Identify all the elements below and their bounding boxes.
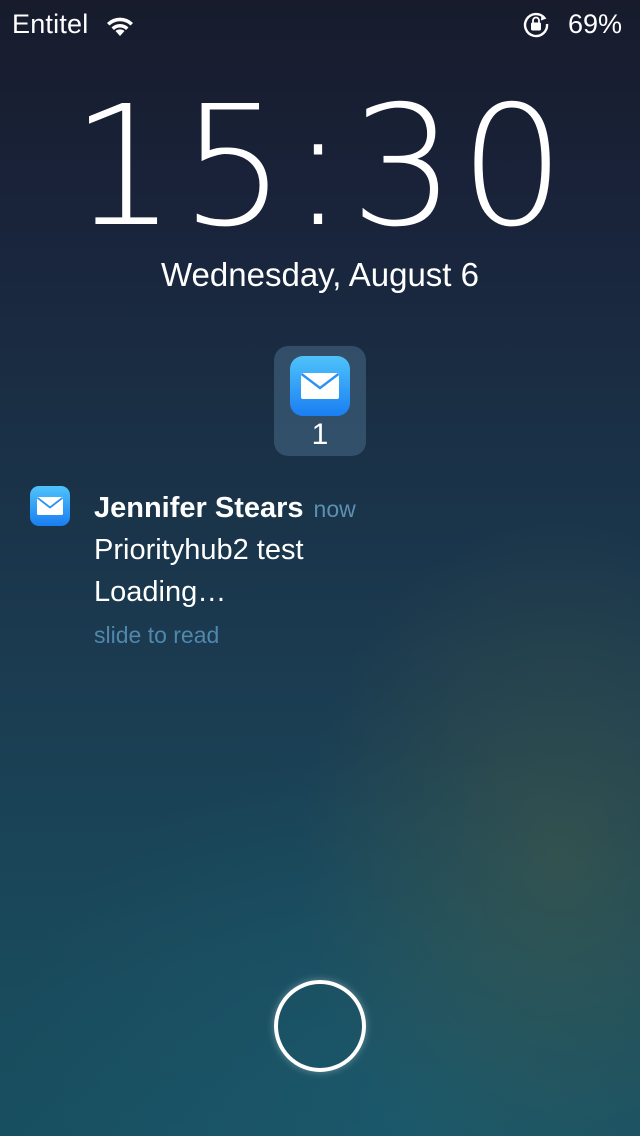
notification-count: 1 bbox=[311, 418, 329, 451]
notification-body: Loading… bbox=[94, 576, 227, 608]
lock-screen-time: 15:30 bbox=[70, 71, 570, 264]
notification-header: Jennifer Stears now bbox=[94, 490, 356, 527]
status-bar: Entitel 69% bbox=[0, 0, 640, 48]
mail-notification[interactable]: Jennifer Stears now Priorityhub2 test Loa… bbox=[0, 482, 640, 662]
notification-time: now bbox=[313, 496, 356, 522]
orientation-lock-icon bbox=[523, 12, 549, 38]
battery-percentage: 69% bbox=[567, 9, 622, 39]
mail-notification-group[interactable]: 1 bbox=[274, 346, 366, 456]
notification-subject: Priorityhub2 test bbox=[94, 534, 304, 566]
mail-icon bbox=[30, 486, 70, 526]
home-button[interactable] bbox=[274, 980, 366, 1072]
notification-sender: Jennifer Stears bbox=[94, 492, 304, 524]
wifi-icon bbox=[107, 17, 133, 36]
mail-icon bbox=[290, 356, 350, 416]
carrier-name: Entitel bbox=[12, 9, 89, 39]
lock-screen-date: Wednesday, August 6 bbox=[161, 256, 479, 293]
slide-to-read-hint[interactable]: slide to read bbox=[94, 620, 219, 650]
